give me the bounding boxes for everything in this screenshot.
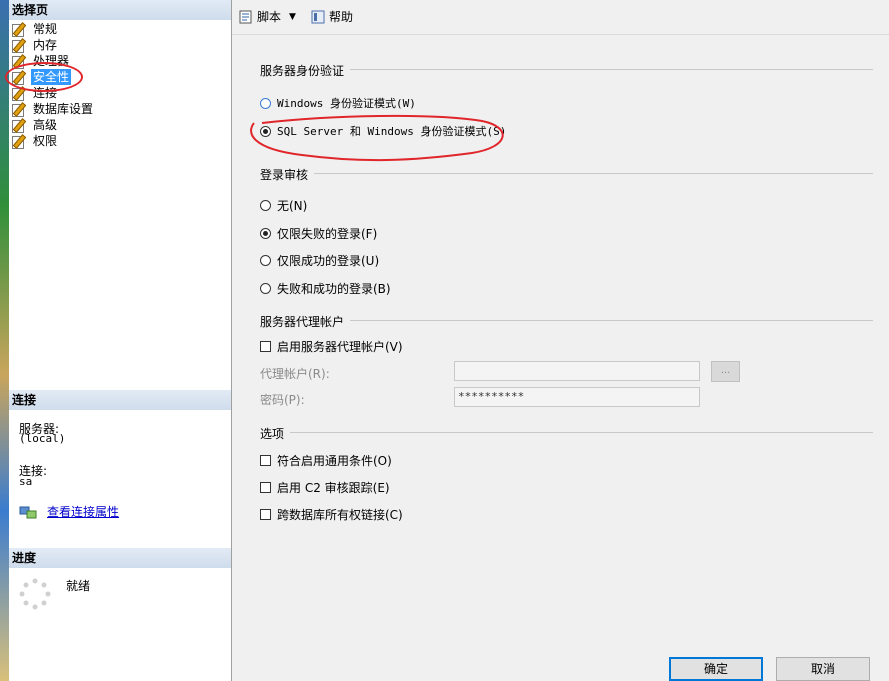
cross-db-chaining-checkbox[interactable]: 跨数据库所有权链接(C) bbox=[260, 506, 403, 523]
nav-label: 高级 bbox=[33, 118, 58, 132]
nav-item-database-settings[interactable]: 数据库设置 bbox=[11, 101, 95, 117]
page-wrench-icon bbox=[11, 118, 27, 133]
page-wrench-icon bbox=[11, 38, 27, 53]
audit-none-radio[interactable]: 无(N) bbox=[260, 197, 307, 214]
red-annotation-circle bbox=[5, 62, 83, 92]
red-annotation-ellipse bbox=[250, 114, 504, 162]
left-panel: 选择页 常规 内存 处理器 安全性 连接 数据库设置 高级 权限 连接 服务器:… bbox=[5, 0, 232, 681]
options-title: 选项 bbox=[260, 427, 285, 441]
checkbox-indicator bbox=[260, 341, 271, 352]
nav-item-advanced[interactable]: 高级 bbox=[11, 117, 59, 133]
enable-proxy-label: 启用服务器代理帐户(V) bbox=[277, 340, 403, 354]
audit-both-radio[interactable]: 失败和成功的登录(B) bbox=[260, 280, 391, 297]
audit-none-label: 无(N) bbox=[277, 199, 308, 213]
select-page-header: 选择页 bbox=[9, 0, 231, 20]
audit-failed-radio[interactable]: 仅限失败的登录(F) bbox=[260, 225, 377, 242]
enable-proxy-checkbox[interactable]: 启用服务器代理帐户(V) bbox=[260, 338, 403, 355]
nav-label: 内存 bbox=[33, 38, 58, 52]
audit-success-radio[interactable]: 仅限成功的登录(U) bbox=[260, 252, 379, 269]
cross-db-chaining-label: 跨数据库所有权链接(C) bbox=[277, 508, 403, 522]
c2-audit-label: 启用 C2 审核跟踪(E) bbox=[277, 481, 390, 495]
server-value: (local) bbox=[19, 432, 66, 445]
common-criteria-label: 符合启用通用条件(O) bbox=[277, 454, 392, 468]
proxy-account-label: 代理帐户(R): bbox=[260, 367, 330, 381]
divider bbox=[350, 320, 873, 321]
toolbar: 脚本 ▼ 帮助 bbox=[232, 0, 889, 35]
radio-indicator bbox=[260, 200, 271, 211]
script-icon bbox=[239, 10, 252, 23]
checkbox-indicator bbox=[260, 455, 271, 466]
radio-indicator bbox=[260, 283, 271, 294]
nav-label: 常规 bbox=[33, 22, 58, 36]
audit-success-label: 仅限成功的登录(U) bbox=[277, 254, 380, 268]
proxy-account-input[interactable] bbox=[454, 361, 700, 381]
radio-indicator bbox=[260, 255, 271, 266]
view-connection-properties-link[interactable]: 查看连接属性 bbox=[47, 503, 119, 520]
nav-item-general[interactable]: 常规 bbox=[11, 21, 59, 37]
audit-both-label: 失败和成功的登录(B) bbox=[277, 282, 391, 296]
nav-item-memory[interactable]: 内存 bbox=[11, 37, 59, 53]
connection-value: sa bbox=[19, 475, 33, 488]
radio-indicator bbox=[260, 97, 271, 109]
view-connection-properties[interactable]: 查看连接属性 bbox=[19, 503, 119, 520]
help-label: 帮助 bbox=[329, 10, 354, 24]
page-wrench-icon bbox=[11, 22, 27, 37]
proxy-account-title: 服务器代理帐户 bbox=[260, 315, 345, 329]
page-wrench-icon bbox=[11, 102, 27, 117]
nav-item-permissions[interactable]: 权限 bbox=[11, 133, 59, 149]
page-wrench-icon bbox=[11, 134, 27, 149]
chevron-down-icon: ▼ bbox=[289, 11, 296, 22]
script-button[interactable]: 脚本 ▼ bbox=[238, 8, 296, 25]
dialog-buttons: 确定 取消 bbox=[232, 646, 889, 681]
cancel-button[interactable]: 取消 bbox=[776, 657, 870, 681]
progress-spinner-icon bbox=[19, 578, 51, 610]
login-audit-title: 登录审核 bbox=[260, 168, 309, 182]
divider bbox=[350, 69, 873, 70]
c2-audit-checkbox[interactable]: 启用 C2 审核跟踪(E) bbox=[260, 479, 390, 496]
checkbox-indicator bbox=[260, 482, 271, 493]
server-auth-title: 服务器身份验证 bbox=[260, 64, 345, 78]
nav-label: 数据库设置 bbox=[33, 102, 94, 116]
connection-header: 连接 bbox=[9, 390, 231, 410]
desktop-background-strip bbox=[0, 0, 9, 681]
password-label: 密码(P): bbox=[260, 393, 305, 407]
ok-button[interactable]: 确定 bbox=[669, 657, 763, 681]
progress-status: 就绪 bbox=[66, 579, 91, 593]
help-icon bbox=[311, 10, 325, 23]
connection-properties-icon bbox=[19, 506, 37, 518]
nav-label: 权限 bbox=[33, 134, 58, 148]
script-label: 脚本 bbox=[257, 10, 282, 24]
audit-failed-label: 仅限失败的登录(F) bbox=[277, 227, 378, 241]
help-button[interactable]: 帮助 bbox=[310, 8, 353, 25]
proxy-browse-button[interactable]: ... bbox=[711, 361, 740, 382]
progress-header: 进度 bbox=[9, 548, 231, 568]
security-settings-panel: 服务器身份验证 Windows 身份验证模式(W) SQL Server 和 W… bbox=[232, 35, 889, 646]
password-input[interactable]: ********** bbox=[454, 387, 700, 407]
radio-indicator bbox=[260, 228, 271, 239]
checkbox-indicator bbox=[260, 509, 271, 520]
divider bbox=[290, 432, 873, 433]
common-criteria-checkbox[interactable]: 符合启用通用条件(O) bbox=[260, 452, 392, 469]
divider bbox=[314, 173, 873, 174]
